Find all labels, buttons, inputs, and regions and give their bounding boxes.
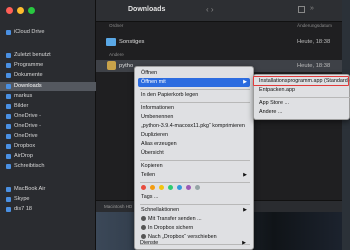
minimize-button[interactable]	[17, 7, 24, 14]
more-icon[interactable]: »	[310, 5, 314, 12]
tag-red[interactable]	[141, 185, 146, 190]
menu-item-services[interactable]: Dienste ▶	[137, 239, 249, 248]
menu-item-transfer[interactable]: Mit Transfer senden ...	[138, 215, 250, 224]
desktop-edge	[342, 0, 350, 250]
menu-item-duplicate[interactable]: Duplizieren	[138, 131, 250, 140]
menu-item-rename[interactable]: Umbenennen	[138, 113, 250, 122]
tag-colors	[141, 185, 200, 190]
menu-item-compress[interactable]: „python-3.9.4-macosx11.pkg“ komprimieren	[138, 122, 250, 131]
sidebar-item-pictures[interactable]: Bilder	[0, 102, 96, 111]
dropbox-icon	[6, 144, 11, 149]
window-title: Downloads	[128, 6, 166, 13]
laptop-icon	[6, 187, 11, 192]
sidebar-item-onedrive-3[interactable]: OneDrive	[0, 132, 96, 141]
apps-icon	[6, 63, 11, 68]
sidebar-item-macbook[interactable]: MacBook Air	[0, 185, 96, 194]
menu-item-copy[interactable]: Kopieren	[138, 162, 250, 171]
menu-item-trash[interactable]: In den Papierkorb legen	[138, 91, 250, 100]
disk-icon	[6, 207, 11, 212]
submenu-item-unarchiver[interactable]: Entpacken.app	[256, 86, 349, 95]
column-header: Ordner Änderungsdatum	[96, 22, 342, 30]
folder-icon	[6, 114, 11, 119]
sidebar-item-applications[interactable]: Programme	[0, 61, 96, 70]
menu-item-dropbox-save[interactable]: In Dropbox sichern	[138, 224, 250, 233]
sidebar-item-downloads[interactable]: Downloads	[0, 82, 96, 91]
sidebar-item-dropbox[interactable]: Dropbox	[0, 142, 96, 151]
menu-item-share[interactable]: Teilen ▶	[138, 171, 250, 180]
submenu-item-appstore[interactable]: App Store ...	[256, 99, 349, 108]
submenu-item-other[interactable]: Andere ...	[256, 108, 349, 117]
view-grid-icon[interactable]	[298, 6, 305, 13]
sidebar-item-desktop[interactable]: Schreibtisch	[0, 162, 96, 171]
disk-icon	[6, 197, 11, 202]
menu-divider	[140, 89, 250, 90]
sidebar-item-onedrive-2[interactable]: OneDrive -	[0, 122, 96, 131]
sidebar-item-home[interactable]: markus	[0, 92, 96, 101]
menu-divider	[140, 204, 250, 205]
toolbar: Downloads ‹ › »	[96, 0, 342, 22]
section-label: Andere	[109, 52, 124, 57]
cloud-icon	[6, 30, 11, 35]
zoom-button[interactable]	[28, 7, 35, 14]
sidebar: iCloud Drive Zuletzt benutzt Programme D…	[0, 0, 96, 250]
menu-item-open-with[interactable]: Öffnen mit ▶	[138, 78, 250, 87]
chevron-right-icon: ▶	[243, 172, 247, 178]
file-row[interactable]: Sonstiges Heute, 18:38	[96, 36, 342, 48]
airdrop-icon	[6, 154, 11, 159]
menu-item-info[interactable]: Informationen	[138, 104, 250, 113]
sidebar-item-skype[interactable]: Skype	[0, 195, 96, 204]
chevron-right-icon: ▶	[243, 207, 247, 213]
document-icon	[6, 73, 11, 78]
menu-item-quick-actions[interactable]: Schnellaktionen ▶	[138, 206, 250, 215]
sidebar-item-onedrive-1[interactable]: OneDrive -	[0, 112, 96, 121]
menu-divider	[140, 102, 250, 103]
close-button[interactable]	[6, 7, 13, 14]
home-icon	[6, 94, 11, 99]
clock-icon	[6, 53, 11, 58]
annotation-highlight	[253, 76, 349, 86]
folder-icon	[106, 38, 116, 46]
menu-item-tags[interactable]: Tags ...	[138, 193, 250, 202]
window-controls	[6, 7, 35, 14]
nav-arrows[interactable]: ‹ ›	[206, 5, 214, 14]
tag-purple[interactable]	[186, 185, 191, 190]
tag-green[interactable]	[168, 185, 173, 190]
menu-item-open[interactable]: Öffnen	[138, 69, 250, 78]
picture-icon	[6, 104, 11, 109]
menu-divider	[140, 160, 250, 161]
chevron-right-icon: ▶	[242, 240, 246, 246]
sidebar-item-disk[interactable]: dis7 18	[0, 205, 96, 214]
tag-blue[interactable]	[177, 185, 182, 190]
gear-icon	[141, 225, 146, 231]
menu-item-alias[interactable]: Alias erzeugen	[138, 140, 250, 149]
context-menu: Öffnen Öffnen mit ▶ In den Papierkorb leg…	[134, 66, 254, 250]
sidebar-item-documents[interactable]: Dokumente	[0, 71, 96, 80]
tag-yellow[interactable]	[159, 185, 164, 190]
gear-icon	[141, 216, 146, 222]
tag-orange[interactable]	[150, 185, 155, 190]
package-icon	[107, 61, 116, 70]
sidebar-item-recent[interactable]: Zuletzt benutzt	[0, 51, 96, 60]
menu-divider	[259, 97, 350, 98]
column-name[interactable]: Ordner	[109, 23, 123, 28]
sidebar-item-airdrop[interactable]: AirDrop	[0, 152, 96, 161]
menu-divider	[140, 182, 250, 183]
chevron-right-icon: ▶	[243, 79, 247, 85]
menu-item-quicklook[interactable]: Übersicht	[138, 149, 250, 158]
download-icon	[6, 84, 11, 89]
folder-icon	[6, 134, 11, 139]
tag-gray[interactable]	[195, 185, 200, 190]
folder-icon	[6, 124, 11, 129]
sidebar-item-icloud[interactable]: iCloud Drive	[0, 28, 96, 37]
desktop-icon	[6, 164, 11, 169]
column-date[interactable]: Änderungsdatum	[297, 23, 332, 28]
